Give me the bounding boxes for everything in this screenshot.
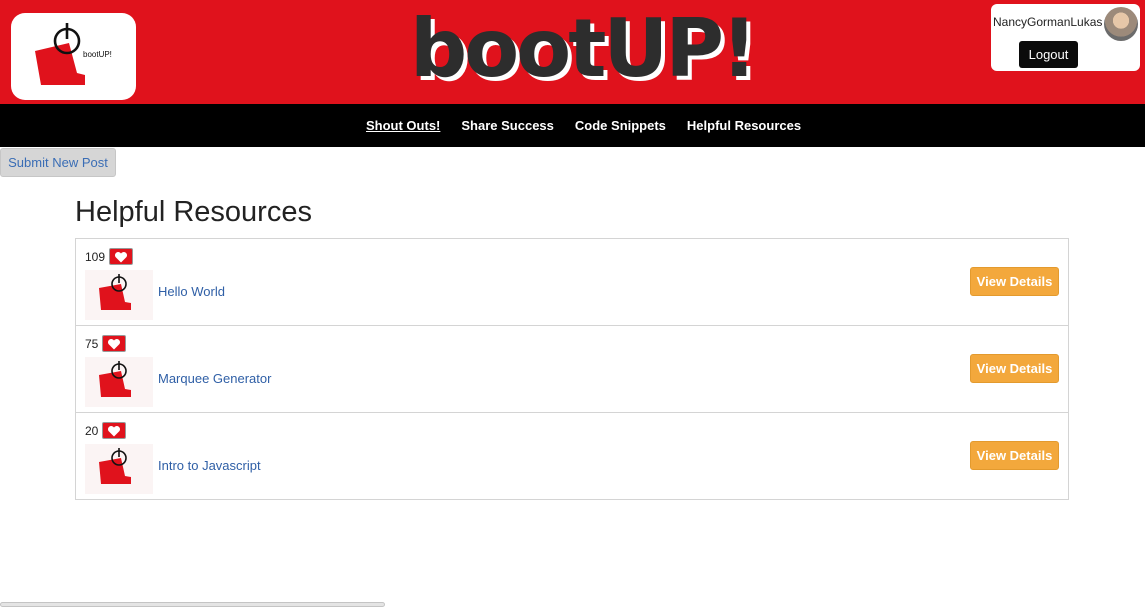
like-count: 20 <box>85 424 99 438</box>
brand-title: bootUP! <box>410 2 758 95</box>
resource-link[interactable]: Marquee Generator <box>158 371 271 386</box>
post-thumbnail-logo-icon <box>85 270 153 320</box>
like-button[interactable] <box>102 422 126 439</box>
resource-list: 109 Hello World View Details 75 Marquee … <box>75 238 1069 500</box>
username: NancyGormanLukas <box>993 15 1103 29</box>
user-panel: NancyGormanLukas Logout <box>991 4 1140 71</box>
submit-new-post-button[interactable]: Submit New Post <box>0 148 116 177</box>
list-item: 75 Marquee Generator View Details <box>76 326 1068 413</box>
nav-items: Shout Outs! Share Success Code Snippets … <box>366 118 822 133</box>
nav-item-code-snippets[interactable]: Code Snippets <box>575 118 666 133</box>
power-boot-logo-icon: bootUP! <box>35 23 112 85</box>
horizontal-scrollbar[interactable] <box>0 602 385 607</box>
list-item: 109 Hello World View Details <box>76 239 1068 326</box>
heart-icon <box>107 338 121 349</box>
view-details-button[interactable]: View Details <box>970 354 1059 383</box>
nav-item-shout-outs[interactable]: Shout Outs! <box>366 118 440 133</box>
site-logo[interactable]: bootUP! <box>11 13 136 100</box>
resource-link[interactable]: Hello World <box>158 284 225 299</box>
view-details-button[interactable]: View Details <box>970 267 1059 296</box>
site-header: bootUP! bootUP! NancyGormanLukas Logout <box>0 0 1145 104</box>
like-count: 109 <box>85 250 106 264</box>
like-count: 75 <box>85 337 99 351</box>
like-button[interactable] <box>102 335 126 352</box>
logo-text: bootUP! <box>83 50 112 59</box>
view-details-button[interactable]: View Details <box>970 441 1059 470</box>
heart-icon <box>107 425 121 436</box>
nav-item-helpful-resources[interactable]: Helpful Resources <box>687 118 801 133</box>
user-avatar[interactable] <box>1104 7 1138 41</box>
post-thumbnail-logo-icon <box>85 444 153 494</box>
logout-button[interactable]: Logout <box>1019 41 1078 68</box>
like-button[interactable] <box>109 248 133 265</box>
heart-icon <box>114 251 128 262</box>
post-thumbnail-logo-icon <box>85 357 153 407</box>
page-title: Helpful Resources <box>75 196 312 228</box>
resource-link[interactable]: Intro to Javascript <box>158 458 261 473</box>
nav-item-share-success[interactable]: Share Success <box>461 118 554 133</box>
main-nav: Shout Outs! Share Success Code Snippets … <box>0 104 1145 147</box>
list-item: 20 Intro to Javascript View Details <box>76 413 1068 499</box>
